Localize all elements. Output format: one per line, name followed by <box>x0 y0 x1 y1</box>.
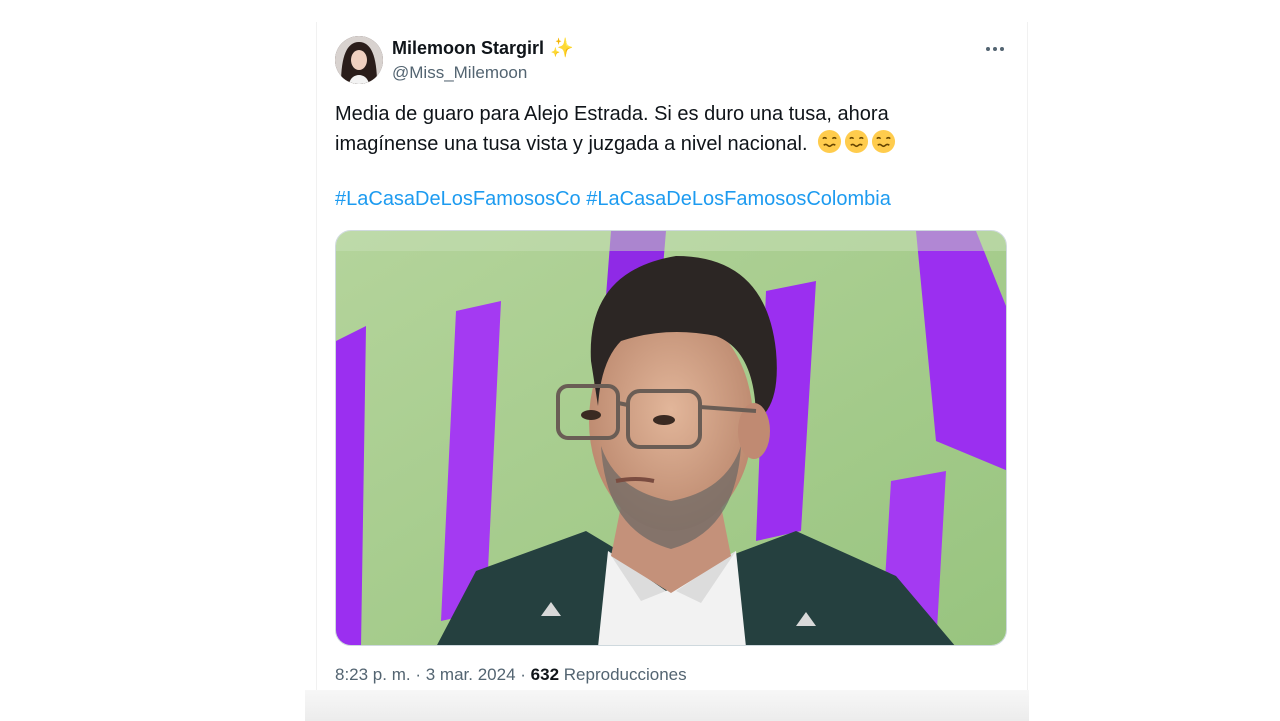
more-dot-icon <box>1000 47 1004 51</box>
hashtag-link[interactable]: #LaCasaDeLosFamososCo <box>335 188 581 210</box>
avatar[interactable] <box>335 36 383 84</box>
tweet-time[interactable]: 8:23 p. m. <box>335 665 411 684</box>
sparkles-icon: ✨ <box>550 38 574 59</box>
photo-man-with-glasses <box>336 231 1006 645</box>
tweet-meta: 8:23 p. m. · 3 mar. 2024 · 632 Reproducc… <box>335 665 687 685</box>
author-handle[interactable]: @Miss_Milemoon <box>392 63 527 83</box>
meta-separator: · <box>520 665 526 684</box>
woozy-face-icon <box>845 129 869 154</box>
hashtags: #LaCasaDeLosFamososCo #LaCasaDeLosFamoso… <box>335 185 891 214</box>
hashtag-link[interactable]: #LaCasaDeLosFamososColombia <box>586 188 891 210</box>
meta-separator: · <box>415 665 422 684</box>
author-display-name[interactable]: Milemoon Stargirl <box>392 38 544 59</box>
more-dot-icon <box>986 47 990 51</box>
avatar-image <box>335 36 383 84</box>
tweet-text-line-content: imagínense una tusa vista y juzgada a ni… <box>335 133 808 155</box>
tweet-date[interactable]: 3 mar. 2024 <box>426 665 516 684</box>
woozy-face-icon <box>818 129 842 154</box>
tweet-text-line: imagínense una tusa vista y juzgada a ni… <box>335 129 995 159</box>
tweet-card[interactable]: Milemoon Stargirl ✨ @Miss_Milemoon Media… <box>316 22 1028 690</box>
views-label: Reproducciones <box>563 665 687 684</box>
page: Milemoon Stargirl ✨ @Miss_Milemoon Media… <box>0 0 1280 721</box>
tweet-text-line: Media de guaro para Alejo Estrada. Si es… <box>335 103 889 125</box>
views-count: 632 <box>530 665 560 684</box>
tweet-media-image[interactable] <box>335 230 1007 646</box>
more-dot-icon <box>993 47 997 51</box>
woozy-face-icon <box>872 129 896 154</box>
more-options-button[interactable] <box>981 38 1009 60</box>
author-name-row: Milemoon Stargirl ✨ <box>392 38 574 59</box>
tweet-text: Media de guaro para Alejo Estrada. Si es… <box>335 100 995 159</box>
bottom-shadow-band <box>305 690 1029 721</box>
emoji-group <box>817 129 896 154</box>
